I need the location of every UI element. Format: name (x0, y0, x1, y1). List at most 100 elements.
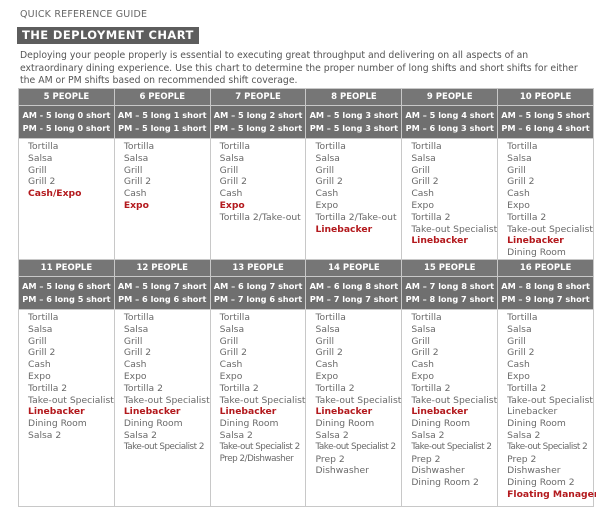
role-item: Take-out Specialist (411, 394, 498, 406)
role-item: Salsa (411, 323, 436, 335)
role-item: Dining Room 2 (507, 477, 575, 489)
role-item: Prep 2 (315, 453, 345, 465)
role-item: Grill 2 (28, 176, 56, 188)
role-item: Take-out Specialist (507, 223, 594, 235)
role-item: Prep 2 (411, 453, 441, 465)
roles-list: Tortilla Salsa Grill Grill 2 Cash Expo Tortill… (401, 309, 499, 507)
people-count-header: 8 PEOPLE (305, 88, 403, 106)
roles-list: Tortilla Salsa Grill Grill 2 Cash Expo Tortill… (401, 138, 499, 260)
am-shift: AM – 6 long 8 short (309, 281, 399, 291)
role-item: Grill 2 (411, 176, 439, 188)
role-item: Tortilla 2/Take-out (219, 211, 301, 223)
shift-coverage-cell: AM – 5 long 5 short PM – 6 long 4 short (497, 105, 594, 139)
role-item: Grill 2 (315, 176, 343, 188)
highlighted-role: Linebacker (411, 406, 468, 418)
roles-list: Tortilla Salsa Grill Grill 2 Cash Expo (113, 138, 211, 260)
role-item: Take-out Specialist 2 (219, 441, 301, 452)
role-item: Dining Room (28, 418, 87, 430)
role-item: Expo (315, 199, 339, 211)
highlighted-role: Linebacker (219, 406, 277, 418)
role-item: Tortilla (411, 312, 442, 323)
people-header-row: 5 PEOPLE 6 PEOPLE 7 PEOPLE 8 PEOPLE 9 PEOPLE… (18, 88, 594, 106)
role-item: Dishwasher (507, 465, 561, 477)
am-shift: AM – 5 long 7 short (117, 281, 207, 291)
guide-kicker: QUICK REFERENCE GUIDE (20, 9, 148, 20)
role-item: Cash (411, 359, 434, 371)
role-item: Cash (123, 188, 147, 200)
role-item: Cash (219, 188, 243, 200)
am-shift: AM – 5 long 4 short (405, 110, 495, 120)
role-item: Take-out Specialist 2 (315, 441, 396, 452)
shift-coverage-cell: AM - 5 long 0 short PM - 5 long 0 short (18, 105, 115, 139)
role-item: Salsa (315, 323, 340, 335)
highlighted-role: Linebacker (507, 235, 564, 247)
role-item: Prep 2 (507, 453, 537, 465)
shift-coverage-cell: AM – 7 long 8 short PM – 8 long 7 short (401, 276, 499, 310)
role-item: Salsa (123, 152, 149, 164)
am-shift: AM – 5 long 6 short (22, 281, 111, 291)
highlighted-role: Linebacker (315, 406, 373, 418)
role-item: Grill (411, 164, 430, 176)
role-item: Cash (123, 359, 147, 371)
role-item: Grill 2 (315, 347, 343, 359)
role-item: Grill (123, 335, 143, 347)
shift-coverage-cell: AM – 5 long 3 short PM – 5 long 3 short (305, 105, 403, 139)
pm-shift: PM – 7 long 6 short (213, 293, 303, 304)
role-item: Tortilla (123, 141, 155, 152)
role-item: Take-out Specialist (219, 394, 306, 406)
role-item: Dining Room (315, 418, 375, 430)
people-count-header: 5 PEOPLE (18, 88, 115, 106)
am-shift: AM – 5 long 3 short (309, 110, 399, 120)
role-item: Salsa (219, 152, 245, 164)
role-item: Grill (28, 164, 47, 176)
am-shift: AM – 6 long 7 short (213, 281, 303, 291)
role-item: Salsa 2 (28, 429, 62, 441)
role-item: Grill 2 (123, 176, 152, 188)
role-item: Tortilla (28, 141, 59, 152)
am-shift: AM - 5 long 0 short (22, 110, 111, 120)
role-item: Cash (507, 359, 530, 371)
role-item: Salsa 2 (219, 429, 253, 441)
pm-shift: PM - 5 long 0 short (22, 122, 111, 133)
role-item: Dishwasher (315, 465, 369, 477)
highlighted-role: Linebacker (123, 406, 181, 418)
role-item: Grill 2 (507, 347, 535, 359)
role-item: Dining Room 2 (411, 477, 479, 489)
highlighted-role: Floating Manager (507, 488, 596, 500)
people-count-header: 15 PEOPLE (401, 259, 499, 277)
role-item: Salsa (28, 152, 53, 164)
role-item: Grill 2 (28, 347, 56, 359)
role-item: Grill 2 (219, 176, 247, 188)
role-item: Grill 2 (219, 347, 247, 359)
roles-list: Tortilla Salsa Grill Grill 2 Cash Expo Tortill… (497, 138, 594, 260)
am-shift: AM – 5 long 5 short (501, 110, 590, 120)
roles-row: Tortilla Salsa Grill Grill 2 Cash/Expo Tortil… (18, 138, 594, 260)
shift-coverage-cell: AM – 5 long 2 short PM – 5 long 2 short (209, 105, 307, 139)
page-title: THE DEPLOYMENT CHART (17, 27, 199, 44)
role-item: Tortilla 2 (315, 382, 355, 394)
role-item: Tortilla (315, 312, 346, 323)
role-item: Expo (507, 370, 530, 382)
role-item: Tortilla (315, 141, 346, 152)
role-item: Tortilla 2 (28, 382, 68, 394)
pm-shift: PM – 8 long 7 short (405, 293, 494, 304)
role-item: Tortilla 2/Take-out (315, 211, 397, 223)
role-item: Dining Room (507, 418, 566, 430)
highlighted-role: Linebacker (28, 406, 85, 418)
role-item: Tortilla 2 (219, 382, 259, 394)
am-shift: AM – 5 long 1 short (117, 110, 207, 120)
role-item: Expo (123, 370, 147, 382)
am-shift: AM – 8 long 8 short (501, 281, 590, 291)
shift-coverage-cell: AM – 6 long 8 short PM – 7 long 7 short (305, 276, 403, 310)
role-item: Salsa (315, 152, 340, 164)
shift-coverage-cell: AM – 5 long 7 short PM – 6 long 6 short (113, 276, 211, 310)
role-item: Take-out Specialist (507, 394, 594, 406)
role-item: Take-out Specialist 2 (123, 441, 205, 452)
shift-coverage-cell: AM – 5 long 6 short PM – 6 long 5 short (18, 276, 115, 310)
role-item: Tortilla (219, 312, 250, 323)
role-item: Tortilla (219, 141, 250, 152)
shift-coverage-cell: AM – 5 long 4 short PM – 6 long 3 short (401, 105, 499, 139)
role-item: Tortilla (507, 312, 538, 323)
shift-coverage-cell: AM – 5 long 1 short PM – 5 long 1 short (113, 105, 211, 139)
roles-list: Tortilla Salsa Grill Grill 2 Cash Expo Tortill… (209, 309, 307, 507)
